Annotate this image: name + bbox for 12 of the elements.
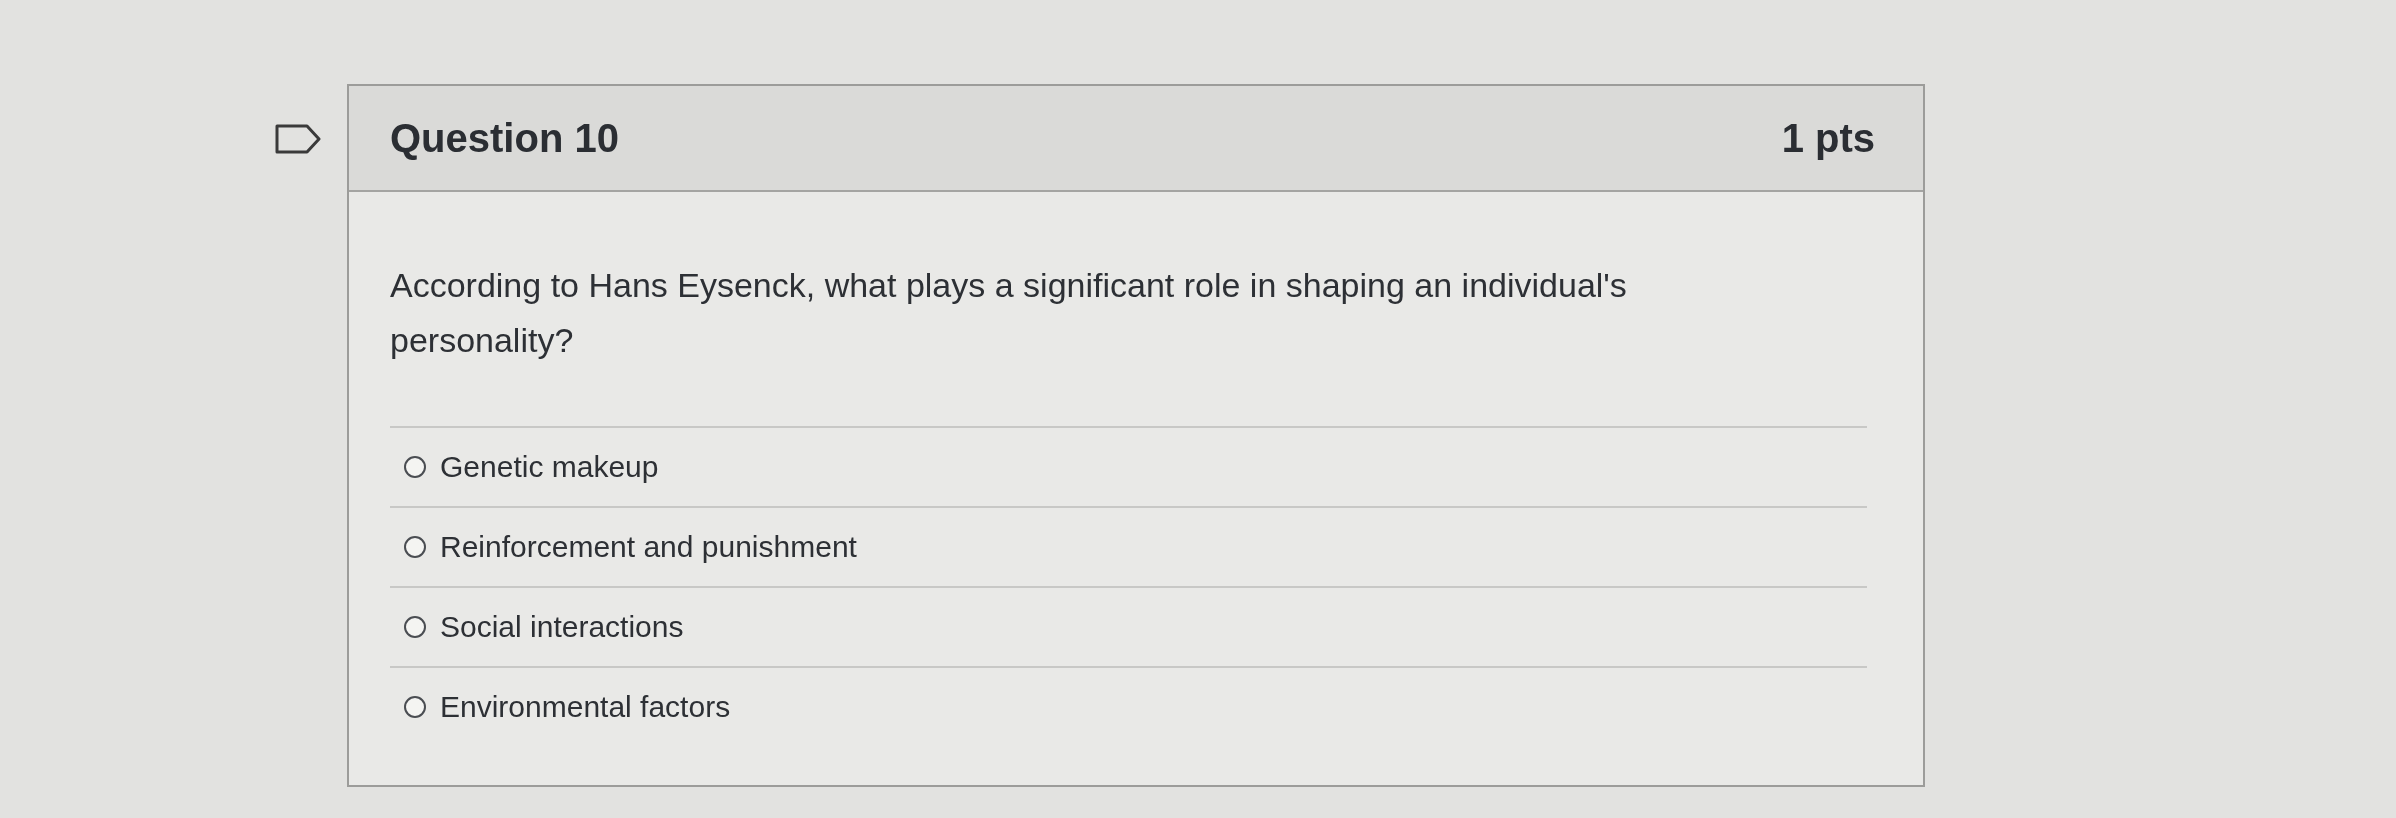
answer-option[interactable]: Social interactions [390,588,1867,668]
flag-icon[interactable] [275,124,321,154]
radio-button[interactable] [404,536,426,558]
radio-button[interactable] [404,696,426,718]
radio-button[interactable] [404,616,426,638]
answer-option[interactable]: Genetic makeup [390,428,1867,508]
answer-option[interactable]: Environmental factors [390,668,1867,746]
question-title: Question 10 [390,115,619,161]
points-label: 1 pts [1781,115,1875,161]
answer-option[interactable]: Reinforcement and punishment [390,508,1867,588]
question-text: According to Hans Eysenck, what plays a significant role in shaping an individual's personality? [390,265,1628,361]
radio-button[interactable] [404,456,426,478]
